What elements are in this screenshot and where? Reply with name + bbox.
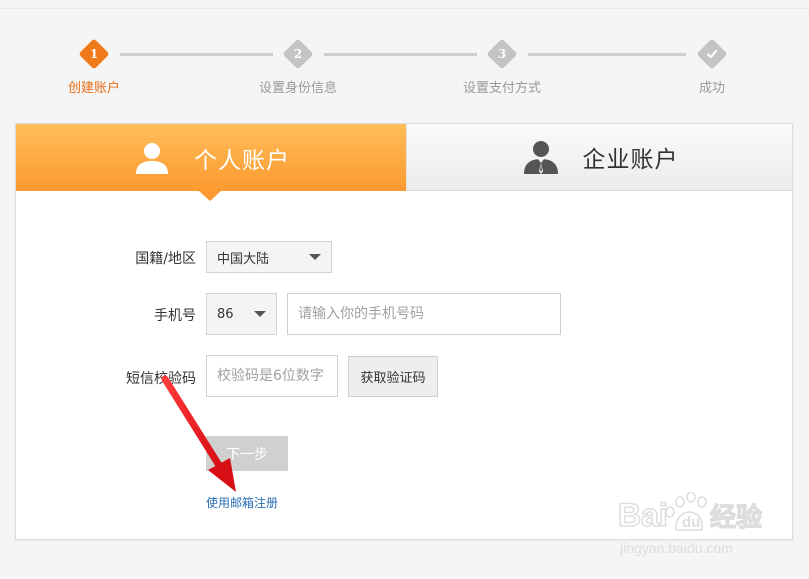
- step-create-account: 1 创建账户: [34, 38, 154, 96]
- step-marker: [696, 38, 728, 70]
- active-tab-caret: [199, 191, 221, 201]
- step-label: 创建账户: [67, 81, 120, 96]
- step-label: 成功: [698, 81, 725, 96]
- step-success: 成功: [652, 38, 772, 96]
- account-type-tabs: 个人账户 企业账户: [16, 124, 792, 191]
- check-icon: [701, 43, 723, 65]
- chevron-down-icon: [309, 254, 321, 260]
- step-identity-info: 2 设置身份信息: [238, 38, 358, 96]
- tab-personal-account[interactable]: 个人账户: [16, 124, 406, 191]
- region-select-value: 中国大陆: [217, 251, 270, 267]
- step-label: 设置身份信息: [258, 81, 337, 96]
- baidu-logo: Bai du 经验: [617, 491, 794, 544]
- region-select[interactable]: 中国大陆: [206, 241, 332, 273]
- get-code-button[interactable]: 获取验证码: [348, 356, 438, 397]
- top-divider: [0, 8, 809, 9]
- step-marker: 2: [282, 38, 314, 70]
- progress-steps: 1 创建账户 2 设置身份信息 3 设置支付方式 成功: [0, 38, 809, 98]
- step-marker: 3: [486, 38, 518, 70]
- businessman-icon: [523, 141, 558, 174]
- next-step-button[interactable]: 下一步: [206, 436, 288, 471]
- step-label: 设置支付方式: [462, 81, 541, 96]
- phone-code-value: 86: [217, 306, 234, 322]
- region-label: 国籍/地区: [135, 251, 196, 267]
- tab-label: 个人账户: [194, 147, 290, 174]
- phone-label: 手机号: [154, 308, 196, 324]
- baidu-jingyan-watermark: Bai du 经验 jingyan.baidu.com: [617, 491, 798, 562]
- step-number: 2: [293, 47, 303, 61]
- email-register-link[interactable]: 使用邮箱注册: [206, 494, 278, 511]
- phone-country-code-select[interactable]: 86: [206, 293, 277, 335]
- step-payment-method: 3 设置支付方式: [442, 38, 562, 96]
- phone-input[interactable]: [287, 293, 561, 335]
- tab-business-account[interactable]: 企业账户: [406, 124, 792, 191]
- chevron-down-icon: [254, 311, 266, 317]
- sms-code-label: 短信校验码: [126, 371, 196, 387]
- step-marker: 1: [78, 38, 110, 70]
- svg-text:经验: 经验: [710, 502, 762, 533]
- sms-code-input[interactable]: [206, 355, 338, 397]
- watermark-url: jingyan.baidu.com: [620, 540, 733, 556]
- svg-text:Bai: Bai: [618, 497, 668, 533]
- step-number: 3: [497, 47, 507, 61]
- step-number: 1: [89, 47, 99, 61]
- tab-label: 企业账户: [582, 147, 679, 173]
- user-icon: [136, 142, 168, 174]
- svg-text:du: du: [682, 514, 700, 531]
